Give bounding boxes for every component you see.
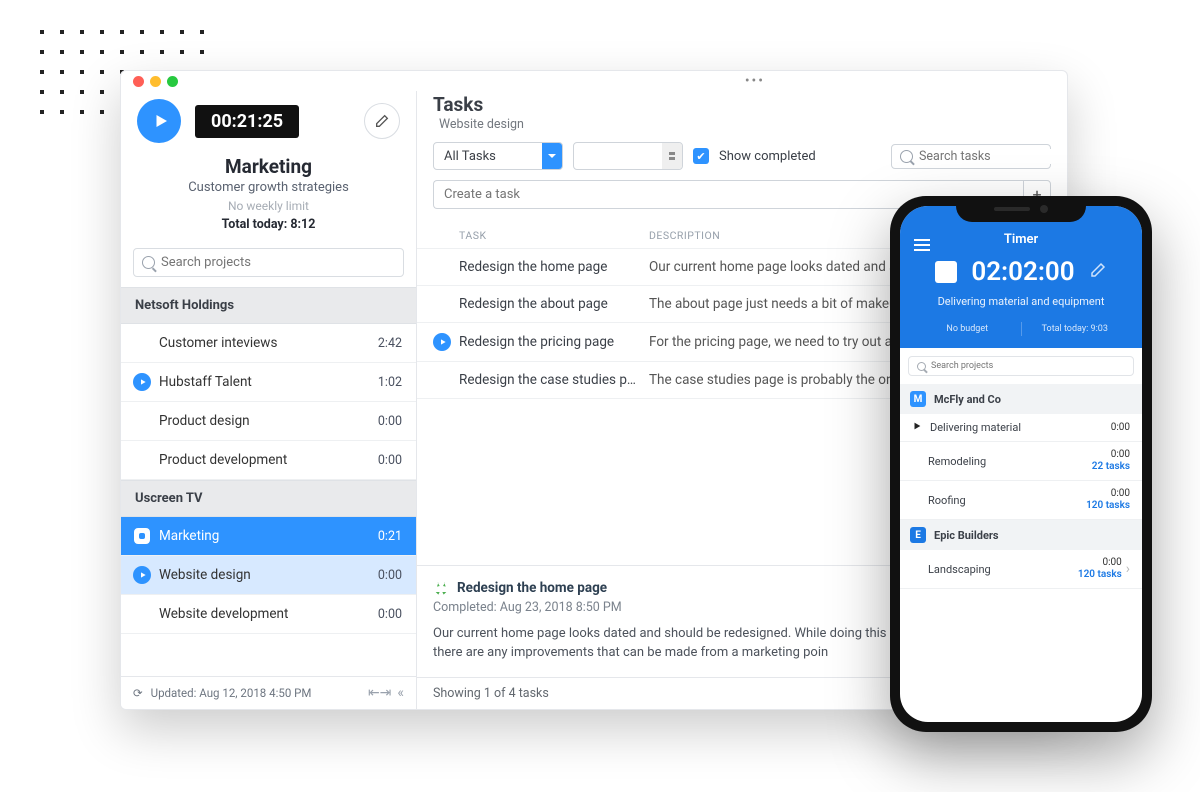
total-today: Total today: 8:12 — [133, 217, 404, 232]
hamburger-icon[interactable] — [914, 236, 930, 254]
project-name: Product design — [159, 413, 370, 429]
window-titlebar: ••• — [121, 71, 1067, 91]
recycle-icon — [433, 580, 449, 596]
project-row[interactable]: Product development 0:00 — [121, 441, 416, 480]
stepper-icon — [662, 143, 682, 169]
refresh-icon[interactable]: ⟳ — [133, 686, 143, 700]
tasks-breadcrumb: Website design — [417, 116, 1067, 142]
org-badge: M — [910, 391, 926, 407]
task-name: Redesign the home page — [459, 259, 649, 275]
mobile-device: Timer 02:02:00 Delivering material and e… — [890, 196, 1152, 732]
mobile-org-header[interactable]: MMcFly and Co — [900, 384, 1142, 414]
project-name: Marketing — [133, 155, 404, 178]
play-icon[interactable] — [133, 566, 151, 584]
project-row[interactable]: Website design 0:00 — [121, 556, 416, 595]
project-subtitle: Customer growth strategies — [133, 180, 404, 195]
org-header[interactable]: Netsoft Holdings — [121, 287, 416, 324]
stop-button[interactable] — [935, 261, 957, 283]
mobile-project-row[interactable]: Roofing0:00120 tasks — [900, 481, 1142, 520]
window-options-icon[interactable]: ••• — [745, 73, 765, 89]
play-button[interactable] — [137, 99, 181, 143]
filter-select[interactable]: All Tasks — [433, 142, 563, 170]
sidebar: 00:21:25 Marketing Customer growth strat… — [121, 91, 417, 709]
mobile-total-today: Total today: 9:03 — [1022, 322, 1129, 336]
mobile-search-input[interactable] — [931, 361, 1125, 371]
traffic-light-close[interactable] — [133, 76, 144, 87]
search-projects-input[interactable] — [161, 255, 395, 270]
project-time: 0:00 — [378, 453, 402, 468]
task-name: Redesign the pricing page — [459, 334, 649, 350]
sidebar-footer: ⟳ Updated: Aug 12, 2018 4:50 PM ⇤⇥ « — [121, 676, 416, 709]
task-name: Redesign the about page — [459, 296, 649, 312]
traffic-light-minimize[interactable] — [150, 76, 161, 87]
project-row[interactable]: Hubstaff Talent 1:02 — [121, 363, 416, 402]
project-time: 0:00 — [378, 414, 402, 429]
back-icon[interactable]: « — [397, 685, 404, 701]
mobile-screen: Timer 02:02:00 Delivering material and e… — [900, 206, 1142, 722]
project-name: Website design — [159, 567, 370, 583]
mobile-project-row[interactable]: Remodeling0:0022 tasks — [900, 442, 1142, 481]
project-name: Website development — [159, 606, 370, 622]
play-icon — [912, 421, 924, 434]
org-badge: E — [910, 527, 926, 543]
last-updated: Updated: Aug 12, 2018 4:50 PM — [151, 686, 312, 700]
project-list: Netsoft Holdings Customer inteviews 2:42 Hu… — [121, 287, 416, 634]
play-icon[interactable] — [133, 373, 151, 391]
timer-display: 00:21:25 — [195, 105, 299, 138]
project-name: Product development — [159, 452, 370, 468]
project-name: Marketing — [159, 528, 370, 544]
traffic-light-zoom[interactable] — [167, 76, 178, 87]
mobile-org-header[interactable]: EEpic Builders — [900, 520, 1142, 550]
project-name: Customer inteviews — [159, 335, 370, 351]
mobile-header: Timer 02:02:00 Delivering material and e… — [900, 206, 1142, 348]
search-icon — [142, 256, 155, 269]
search-icon — [900, 150, 913, 163]
weekly-limit: No weekly limit — [133, 199, 404, 213]
project-time: 0:21 — [378, 529, 402, 544]
project-time: 2:42 — [378, 336, 402, 351]
edit-icon[interactable] — [1089, 261, 1107, 283]
mobile-title: Timer — [914, 232, 1128, 247]
search-icon — [917, 362, 926, 371]
mobile-budget: No budget — [914, 322, 1022, 336]
tasks-title: Tasks — [417, 91, 1067, 116]
org-header[interactable]: Uscreen TV — [121, 480, 416, 517]
detail-title: Redesign the home page — [457, 580, 607, 596]
play-icon[interactable] — [433, 333, 451, 351]
phone-notch — [956, 196, 1086, 222]
show-completed-label: Show completed — [719, 149, 816, 164]
search-tasks[interactable] — [891, 144, 1051, 169]
project-row[interactable]: Marketing 0:21 — [121, 517, 416, 556]
project-row[interactable]: Product design 0:00 — [121, 402, 416, 441]
edit-note-button[interactable] — [364, 103, 400, 139]
project-time: 0:00 — [378, 568, 402, 583]
mobile-subtitle: Delivering material and equipment — [914, 295, 1128, 308]
search-projects[interactable] — [133, 248, 404, 277]
mobile-project-row[interactable]: Delivering material0:00 — [900, 414, 1142, 442]
project-time: 0:00 — [378, 607, 402, 622]
search-tasks-input[interactable] — [919, 149, 1067, 164]
mobile-project-row[interactable]: Landscaping0:00120 tasks› — [900, 550, 1142, 589]
project-time: 1:02 — [378, 375, 402, 390]
active-project-header: Marketing Customer growth strategies No … — [121, 153, 416, 242]
mobile-search[interactable] — [908, 356, 1134, 376]
project-row[interactable]: Customer inteviews 2:42 — [121, 324, 416, 363]
secondary-select[interactable] — [573, 142, 683, 170]
task-name: Redesign the case studies pa… — [459, 372, 649, 388]
project-name: Hubstaff Talent — [159, 374, 370, 390]
collapse-icon[interactable]: ⇤⇥ — [368, 685, 391, 701]
chevron-right-icon: › — [1126, 561, 1130, 577]
project-row[interactable]: Website development 0:00 — [121, 595, 416, 634]
show-completed-checkbox[interactable] — [693, 148, 709, 164]
chevron-down-icon — [542, 143, 562, 169]
mobile-timer: 02:02:00 — [971, 257, 1074, 287]
stop-icon[interactable] — [134, 528, 150, 544]
